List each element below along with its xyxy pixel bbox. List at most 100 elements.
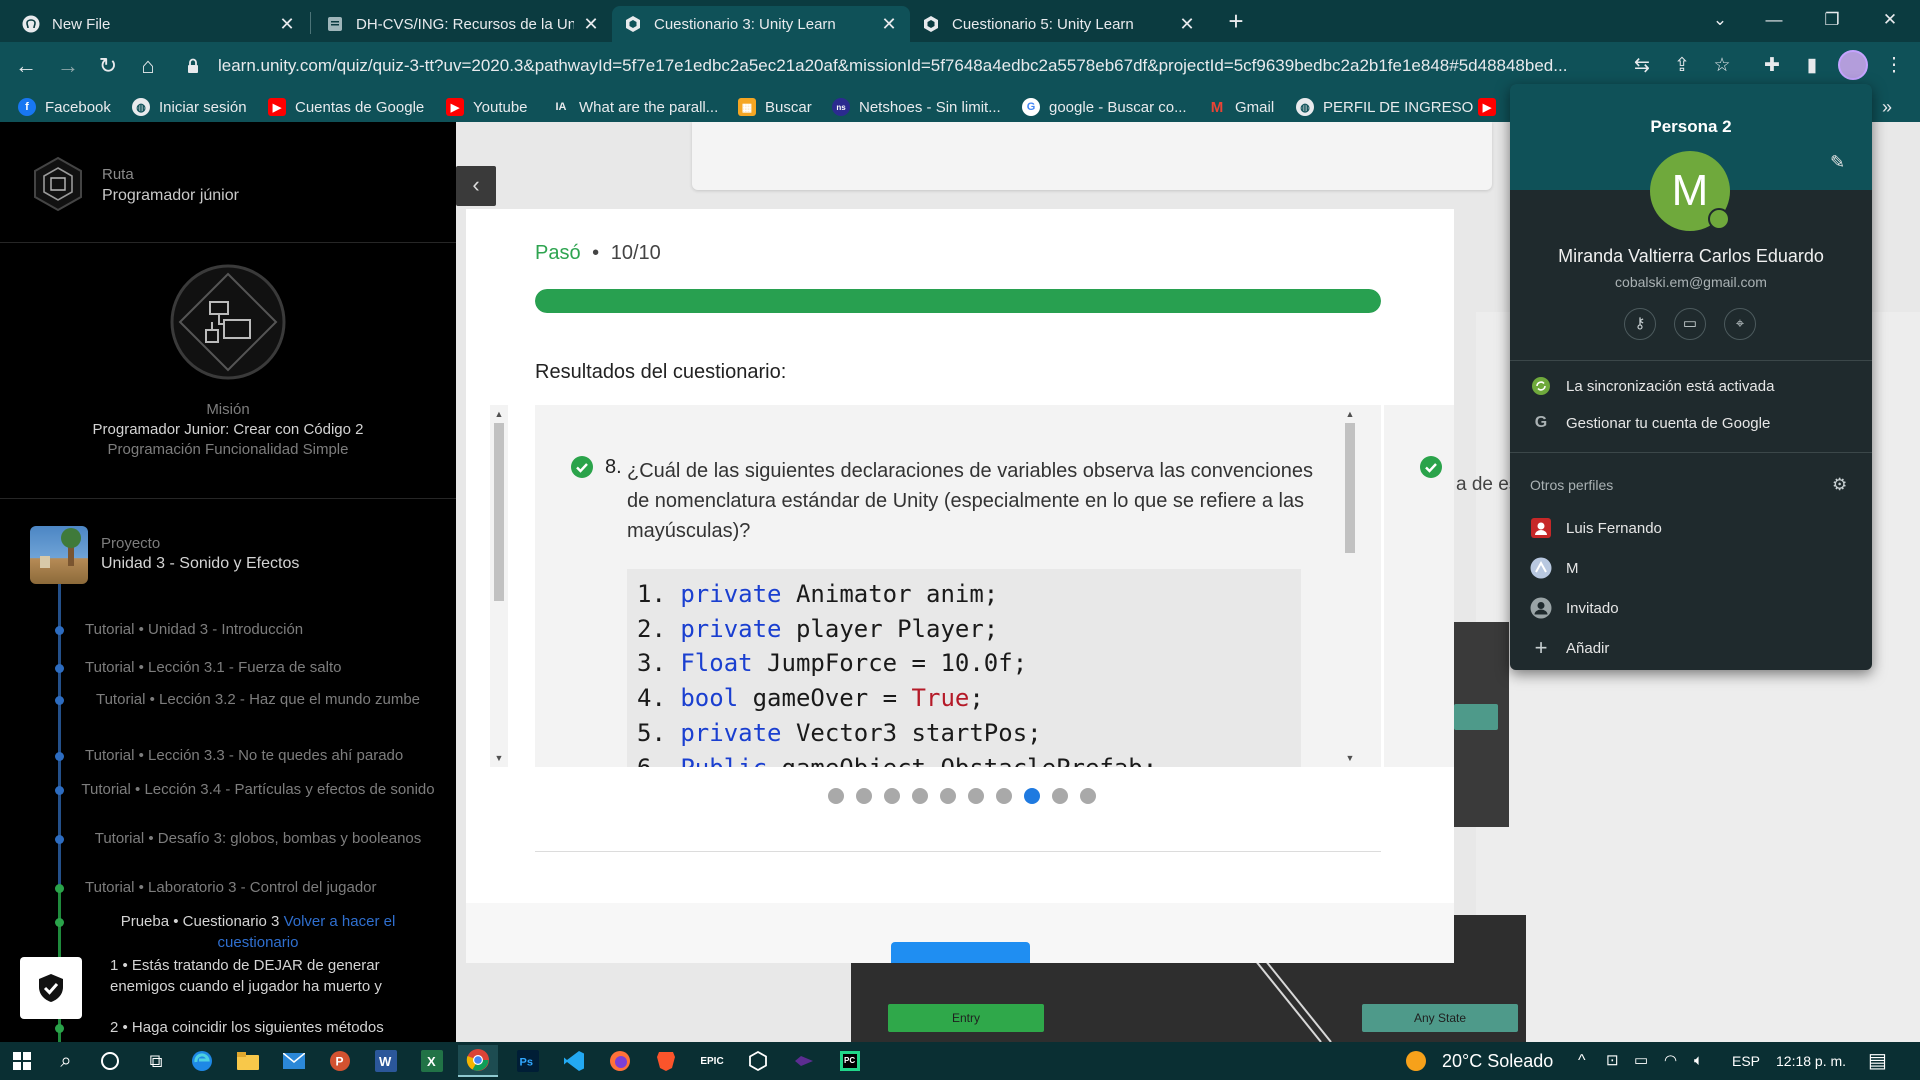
back-button[interactable]: ← xyxy=(10,50,42,82)
windows-start-icon[interactable] xyxy=(2,1045,42,1077)
pagination-dot-6[interactable] xyxy=(968,788,984,804)
close-tab-icon[interactable]: ✕ xyxy=(278,14,296,35)
unity-hub-icon[interactable] xyxy=(738,1045,778,1077)
volume-icon[interactable]: 🔈︎ xyxy=(1694,1042,1703,1080)
tray-chevron-icon[interactable]: ^ xyxy=(1578,1042,1586,1080)
manage-account-row[interactable]: G Gestionar tu cuenta de Google xyxy=(1530,411,1771,435)
menu-kebab-icon[interactable]: ⋮ xyxy=(1878,50,1910,82)
pagination-dot-5[interactable] xyxy=(940,788,956,804)
scroll-up-icon[interactable]: ▲ xyxy=(1341,409,1359,419)
sidebar-item-introduccion[interactable]: Tutorial • Unidad 3 - Introducción xyxy=(85,619,441,640)
sidebar-item-leccion-3-2[interactable]: Tutorial • Lección 3.2 - Haz que el mund… xyxy=(80,689,436,710)
scroll-thumb[interactable] xyxy=(494,423,504,601)
bookmark-star-icon[interactable]: ☆ xyxy=(1706,50,1738,82)
edit-pencil-icon[interactable]: ✎ xyxy=(1830,152,1845,173)
close-window-button[interactable]: ✕ xyxy=(1862,0,1918,40)
pagination-dot-4[interactable] xyxy=(912,788,928,804)
share-icon[interactable]: ⇪ xyxy=(1666,50,1698,82)
chrome-icon[interactable] xyxy=(458,1045,498,1077)
bookmark-perfil-ingreso[interactable]: ◍ PERFIL DE INGRESO xyxy=(1296,96,1473,118)
scroll-thumb[interactable] xyxy=(1345,423,1355,553)
reload-button[interactable]: ↻ xyxy=(92,50,124,82)
excel-icon[interactable]: X xyxy=(412,1045,452,1077)
bookmark-cuentas-google[interactable]: ▶ Cuentas de Google xyxy=(268,96,424,118)
payment-card-icon[interactable]: ▭ xyxy=(1674,308,1706,340)
pagination-dot-10[interactable] xyxy=(1080,788,1096,804)
sidebar-item-desafio-3[interactable]: Tutorial • Desafío 3: globos, bombas y b… xyxy=(80,828,436,849)
clock[interactable]: 12:18 p. m. xyxy=(1776,1042,1846,1080)
home-button[interactable]: ⌂ xyxy=(132,50,164,82)
visual-studio-icon[interactable] xyxy=(784,1045,824,1077)
scroll-up-icon[interactable]: ▲ xyxy=(490,409,508,419)
sync-status-row[interactable]: La sincronización está activada xyxy=(1530,374,1774,398)
sidebar-item-cuestionario-3[interactable]: Prueba • Cuestionario 3 Volver a hacer e… xyxy=(80,911,436,953)
sidebar-item-leccion-3-3[interactable]: Tutorial • Lección 3.3 - No te quedes ah… xyxy=(85,745,441,766)
language-indicator[interactable]: ESP xyxy=(1732,1042,1760,1080)
pagination-dot-7[interactable] xyxy=(996,788,1012,804)
vscode-icon[interactable] xyxy=(554,1045,594,1077)
tab-dh-cvs[interactable]: DH-CVS/ING: Recursos de la Unid ✕ xyxy=(314,6,612,42)
brave-icon[interactable] xyxy=(646,1045,686,1077)
question-scrollbar[interactable]: ▲ ▼ xyxy=(1341,405,1359,767)
next-question-card[interactable] xyxy=(1384,405,1454,767)
search-icon[interactable]: ⌕ xyxy=(46,1045,86,1077)
pagination-dot-9[interactable] xyxy=(1052,788,1068,804)
project-thumbnail[interactable] xyxy=(30,526,88,584)
tab-cuestionario-3[interactable]: Cuestionario 3: Unity Learn ✕ xyxy=(612,6,910,42)
profile-avatar-button[interactable] xyxy=(1838,50,1868,80)
close-tab-icon[interactable]: ✕ xyxy=(582,14,600,35)
bookmark-youtube-extra[interactable]: ▶ xyxy=(1478,96,1505,118)
project-info[interactable]: Proyecto Unidad 3 - Sonido y Efectos xyxy=(101,535,299,573)
firefox-icon[interactable] xyxy=(600,1045,640,1077)
pagination-dot-1[interactable] xyxy=(828,788,844,804)
sidebar-item-laboratorio-3[interactable]: Tutorial • Laboratorio 3 - Control del j… xyxy=(85,877,441,898)
profile-item-m[interactable]: M xyxy=(1530,556,1579,580)
extensions-icon[interactable]: ✚ xyxy=(1756,50,1788,82)
tab-new-file[interactable]: New File ✕ xyxy=(10,6,308,42)
close-tab-icon[interactable]: ✕ xyxy=(880,14,898,35)
bookmark-buscar[interactable]: ▦ Buscar xyxy=(738,96,812,118)
side-panel-icon[interactable]: ▮ xyxy=(1796,50,1828,82)
pagination-dot-8[interactable] xyxy=(1024,788,1040,804)
sidebar-question-1[interactable]: 1 • Estás tratando de DEJAR de generar e… xyxy=(110,955,430,997)
task-view-icon[interactable]: ⧉ xyxy=(136,1045,176,1077)
weather-sun-icon[interactable] xyxy=(1396,1045,1436,1077)
mission-info[interactable]: Misión Programador Junior: Crear con Cód… xyxy=(70,400,386,460)
pagination-dot-2[interactable] xyxy=(856,788,872,804)
word-icon[interactable]: W xyxy=(366,1045,406,1077)
bookmark-parallel[interactable]: IA What are the parall... xyxy=(552,96,719,118)
meet-icon[interactable]: ⊡ xyxy=(1606,1042,1619,1080)
powerpoint-icon[interactable]: P xyxy=(320,1045,360,1077)
bookmark-iniciar-sesion[interactable]: ◍ Iniciar sesión xyxy=(132,96,247,118)
profile-item-invitado[interactable]: Invitado xyxy=(1530,596,1619,620)
file-explorer-icon[interactable] xyxy=(228,1045,268,1077)
bookmark-youtube[interactable]: ▶ Youtube xyxy=(446,96,528,118)
edge-icon[interactable] xyxy=(182,1045,222,1077)
sidebar-item-leccion-3-4[interactable]: Tutorial • Lección 3.4 - Partículas y ef… xyxy=(80,779,436,800)
pagination-dot-3[interactable] xyxy=(884,788,900,804)
profile-item-luis-fernando[interactable]: Luis Fernando xyxy=(1530,516,1662,540)
sidebar-item-leccion-3-1[interactable]: Tutorial • Lección 3.1 - Fuerza de salto xyxy=(85,657,441,678)
collapse-sidebar-button[interactable]: ‹ xyxy=(456,166,496,206)
sidebar-question-2[interactable]: 2 • Haga coincidir los siguientes método… xyxy=(110,1017,430,1038)
scroll-down-icon[interactable]: ▼ xyxy=(1341,753,1359,763)
address-bar[interactable]: learn.unity.com/quiz/quiz-3-tt?uv=2020.3… xyxy=(170,48,1750,84)
forward-button[interactable]: → xyxy=(52,50,84,82)
new-tab-button[interactable]: + xyxy=(1220,6,1252,38)
notifications-icon[interactable]: ▤ xyxy=(1868,1042,1887,1080)
translate-icon[interactable]: ⇆ xyxy=(1626,50,1658,82)
lock-icon[interactable] xyxy=(184,57,202,75)
bookmark-facebook[interactable]: f Facebook xyxy=(18,96,111,118)
bookmarks-overflow-icon[interactable]: » xyxy=(1882,96,1892,118)
left-scrollbar[interactable]: ▲ ▼ xyxy=(490,405,508,767)
cortana-icon[interactable] xyxy=(90,1045,130,1077)
bookmark-google-buscar[interactable]: G google - Buscar co... xyxy=(1022,96,1187,118)
close-tab-icon[interactable]: ✕ xyxy=(1178,14,1196,35)
minimize-button[interactable]: — xyxy=(1746,0,1802,40)
bookmark-netshoes[interactable]: ns Netshoes - Sin limit... xyxy=(832,96,1001,118)
tab-search-chevron-icon[interactable]: ⌄ xyxy=(1692,0,1748,40)
scroll-down-icon[interactable]: ▼ xyxy=(490,753,508,763)
tab-cuestionario-5[interactable]: Cuestionario 5: Unity Learn ✕ xyxy=(910,6,1208,42)
photoshop-icon[interactable]: Ps xyxy=(508,1045,548,1077)
weather-text[interactable]: 20°C Soleado xyxy=(1442,1042,1553,1080)
